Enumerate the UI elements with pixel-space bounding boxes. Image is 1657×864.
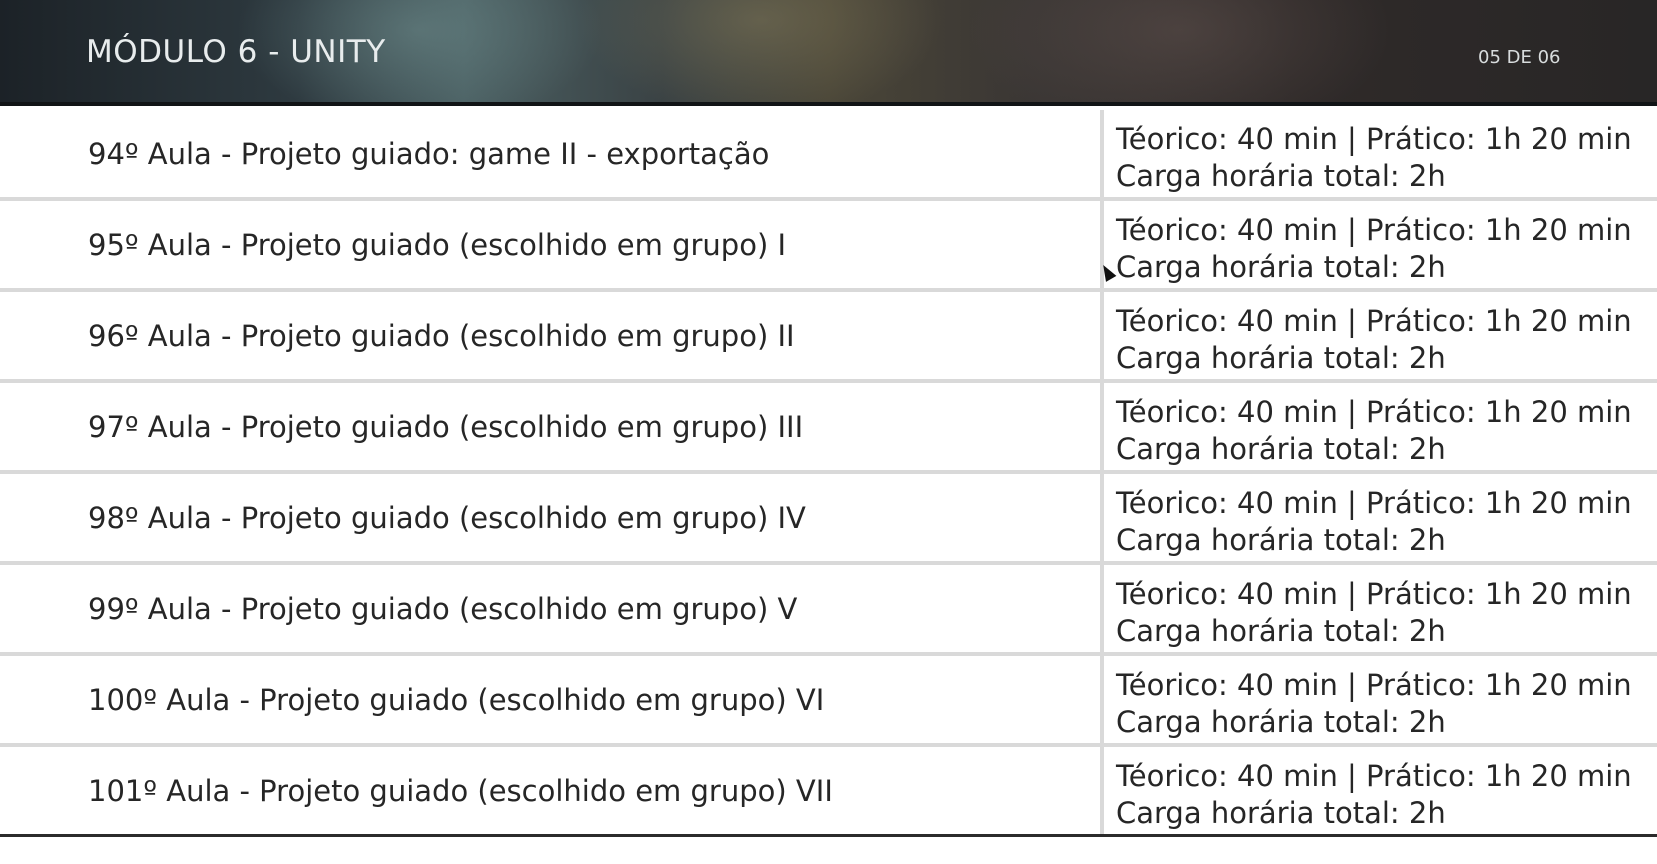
lesson-time-split: Téorico: 40 min | Prático: 1h 20 min: [1116, 213, 1632, 247]
duration-cell: Téorico: 40 min | Prático: 1h 20 min Car…: [1116, 383, 1657, 470]
lesson-time-split: Téorico: 40 min | Prático: 1h 20 min: [1116, 122, 1632, 156]
lesson-time-split: Téorico: 40 min | Prático: 1h 20 min: [1116, 577, 1632, 611]
lesson-cell: 100º Aula - Projeto guiado (escolhido em…: [0, 656, 1104, 743]
module-title: MÓDULO 6 - UNITY: [86, 34, 386, 70]
lesson-title: 97º Aula - Projeto guiado (escolhido em …: [88, 409, 804, 444]
lesson-title: 94º Aula - Projeto guiado: game II - exp…: [88, 136, 770, 171]
duration-cell: Téorico: 40 min | Prático: 1h 20 min Car…: [1116, 110, 1657, 197]
lesson-title: 100º Aula - Projeto guiado (escolhido em…: [88, 682, 825, 717]
lesson-time-split: Téorico: 40 min | Prático: 1h 20 min: [1116, 395, 1632, 429]
lesson-time-split: Téorico: 40 min | Prático: 1h 20 min: [1116, 668, 1632, 702]
duration-cell: Téorico: 40 min | Prático: 1h 20 min Car…: [1116, 474, 1657, 561]
lesson-cell: 94º Aula - Projeto guiado: game II - exp…: [0, 110, 1104, 197]
lesson-total-load: Carga horária total: 2h: [1116, 250, 1446, 284]
lesson-cell: 95º Aula - Projeto guiado (escolhido em …: [0, 201, 1104, 288]
lesson-title: 101º Aula - Projeto guiado (escolhido em…: [88, 773, 833, 808]
lessons-table: 94º Aula - Projeto guiado: game II - exp…: [0, 110, 1657, 837]
table-row: 99º Aula - Projeto guiado (escolhido em …: [0, 565, 1657, 656]
lesson-total-load: Carga horária total: 2h: [1116, 523, 1446, 557]
lesson-total-load: Carga horária total: 2h: [1116, 159, 1446, 193]
lesson-total-load: Carga horária total: 2h: [1116, 341, 1446, 375]
table-row: 94º Aula - Projeto guiado: game II - exp…: [0, 110, 1657, 201]
table-row: 95º Aula - Projeto guiado (escolhido em …: [0, 201, 1657, 292]
table-row: 96º Aula - Projeto guiado (escolhido em …: [0, 292, 1657, 383]
table-row: 101º Aula - Projeto guiado (escolhido em…: [0, 747, 1657, 837]
lesson-title: 98º Aula - Projeto guiado (escolhido em …: [88, 500, 806, 535]
duration-cell: Téorico: 40 min | Prático: 1h 20 min Car…: [1116, 292, 1657, 379]
lesson-cell: 98º Aula - Projeto guiado (escolhido em …: [0, 474, 1104, 561]
duration-cell: Téorico: 40 min | Prático: 1h 20 min Car…: [1116, 565, 1657, 652]
table-row: 97º Aula - Projeto guiado (escolhido em …: [0, 383, 1657, 474]
lesson-cell: 101º Aula - Projeto guiado (escolhido em…: [0, 747, 1104, 834]
duration-cell: Téorico: 40 min | Prático: 1h 20 min Car…: [1116, 656, 1657, 743]
lesson-total-load: Carga horária total: 2h: [1116, 705, 1446, 739]
slide-page: MÓDULO 6 - UNITY 05 DE 06 94º Aula - Pro…: [0, 0, 1657, 864]
lesson-total-load: Carga horária total: 2h: [1116, 614, 1446, 648]
table-row: 98º Aula - Projeto guiado (escolhido em …: [0, 474, 1657, 565]
page-indicator: 05 DE 06: [1478, 47, 1561, 68]
module-header: MÓDULO 6 - UNITY 05 DE 06: [0, 0, 1657, 106]
lesson-title: 96º Aula - Projeto guiado (escolhido em …: [88, 318, 795, 353]
lesson-total-load: Carga horária total: 2h: [1116, 432, 1446, 466]
lesson-title: 99º Aula - Projeto guiado (escolhido em …: [88, 591, 798, 626]
duration-cell: Téorico: 40 min | Prático: 1h 20 min Car…: [1116, 747, 1657, 834]
duration-cell: Téorico: 40 min | Prático: 1h 20 min Car…: [1116, 201, 1657, 288]
lesson-cell: 96º Aula - Projeto guiado (escolhido em …: [0, 292, 1104, 379]
lesson-time-split: Téorico: 40 min | Prático: 1h 20 min: [1116, 759, 1632, 793]
lesson-time-split: Téorico: 40 min | Prático: 1h 20 min: [1116, 304, 1632, 338]
table-row: 100º Aula - Projeto guiado (escolhido em…: [0, 656, 1657, 747]
lesson-time-split: Téorico: 40 min | Prático: 1h 20 min: [1116, 486, 1632, 520]
lesson-total-load: Carga horária total: 2h: [1116, 796, 1446, 830]
lesson-title: 95º Aula - Projeto guiado (escolhido em …: [88, 227, 787, 262]
lesson-cell: 97º Aula - Projeto guiado (escolhido em …: [0, 383, 1104, 470]
lesson-cell: 99º Aula - Projeto guiado (escolhido em …: [0, 565, 1104, 652]
